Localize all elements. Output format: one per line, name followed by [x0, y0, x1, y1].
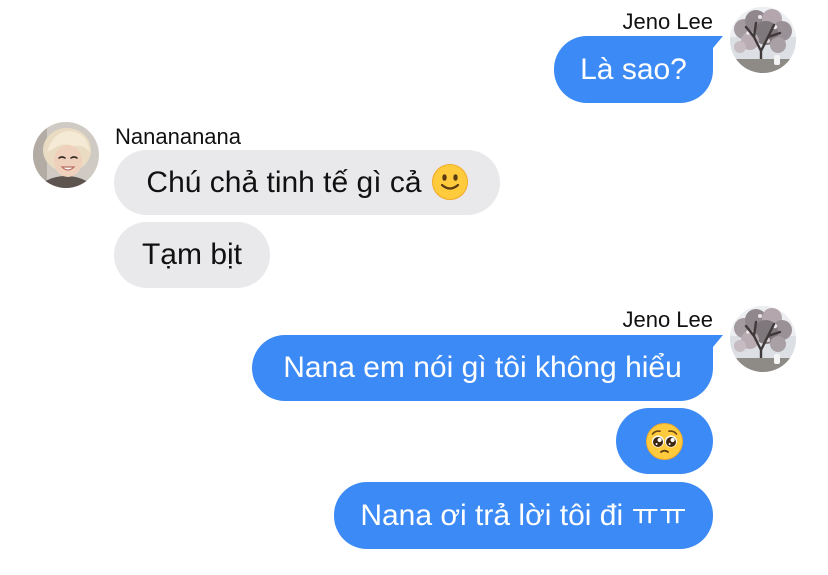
sender-name: Nanananana	[115, 124, 242, 149]
incoming-message-bubble[interactable]: Chú chả tinh tế gì cả	[114, 150, 500, 215]
person-photo-avatar-icon	[33, 122, 99, 188]
message-text: Nana em nói gì tôi không hiểu	[283, 351, 682, 384]
sender-name: Jeno Lee	[622, 307, 713, 332]
incoming-message-bubble[interactable]: Tạm bịt	[114, 222, 270, 288]
slightly-smiling-face-icon	[431, 164, 468, 201]
tree-photo-avatar-icon	[730, 306, 796, 372]
avatar[interactable]	[730, 306, 796, 372]
message-text: Tạm bịt	[141, 238, 243, 271]
avatar[interactable]	[33, 122, 99, 188]
tree-photo-avatar-icon	[730, 7, 796, 73]
outgoing-message-bubble[interactable]: Là sao?	[554, 36, 723, 103]
message-text: Chú chả tinh tế gì cả	[146, 166, 422, 199]
message-text: Nana ơi trả lời tôi đi ㅠㅠ	[360, 499, 687, 532]
chat-thread: Jeno Lee Là sao? Nanananana Chú chả tinh…	[0, 0, 828, 575]
sender-name: Jeno Lee	[622, 9, 713, 34]
outgoing-message-bubble[interactable]: Nana ơi trả lời tôi đi ㅠㅠ	[334, 482, 713, 549]
avatar[interactable]	[730, 7, 796, 73]
outgoing-message-bubble[interactable]	[616, 408, 713, 474]
message-text: Là sao?	[580, 53, 687, 86]
outgoing-message-bubble[interactable]: Nana em nói gì tôi không hiểu	[252, 335, 723, 401]
pleading-face-icon	[646, 422, 683, 460]
